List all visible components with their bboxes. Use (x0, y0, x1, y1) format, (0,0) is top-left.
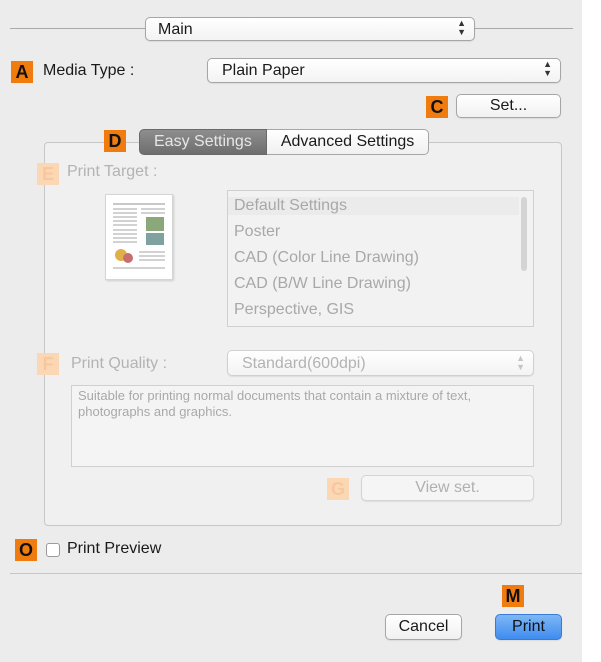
media-type-label: Media Type : (43, 62, 135, 79)
print-quality-label: Print Quality : (71, 355, 168, 372)
print-target-preview-thumbnail (105, 194, 173, 280)
footer-separator (10, 573, 582, 574)
cancel-button[interactable]: Cancel (385, 614, 462, 640)
panel-popup[interactable]: Main ▲ ▼ (145, 17, 475, 41)
media-type-select[interactable]: Plain Paper ▲ ▼ (207, 58, 561, 83)
badge-m: M (502, 585, 524, 607)
print-target-list[interactable]: Default Settings Poster CAD (Color Line … (227, 190, 534, 327)
set-button[interactable]: Set... (456, 94, 561, 118)
popup-arrows-icon: ▲ ▼ (543, 59, 552, 78)
print-preview-label: Print Preview (67, 540, 162, 557)
media-type-value: Plain Paper (222, 62, 305, 79)
list-item-perspective-gis[interactable]: Perspective, GIS (234, 301, 354, 319)
view-set-button[interactable]: View set. (361, 475, 534, 501)
list-item-default-settings[interactable]: Default Settings (228, 197, 519, 215)
print-quality-value: Standard(600dpi) (242, 355, 366, 372)
print-quality-select[interactable]: Standard(600dpi) ▲ ▼ (227, 350, 534, 376)
print-quality-description: Suitable for printing normal documents t… (71, 385, 534, 467)
list-scrollbar[interactable] (521, 197, 527, 271)
settings-tabs: Easy Settings Advanced Settings (139, 129, 430, 155)
list-item-poster[interactable]: Poster (234, 223, 280, 241)
document-preview-icon (113, 203, 165, 269)
badge-f: F (37, 353, 59, 375)
print-target-label: Print Target : (67, 163, 158, 180)
badge-d: D (104, 130, 126, 152)
tab-advanced-settings[interactable]: Advanced Settings (266, 129, 430, 155)
badge-g: G (327, 478, 349, 500)
popup-arrows-icon: ▲ ▼ (457, 18, 466, 37)
print-preview-checkbox[interactable] (46, 543, 60, 557)
badge-c: C (426, 96, 448, 118)
badge-o: O (15, 539, 37, 561)
header-separator-right (475, 28, 573, 29)
panel-popup-label: Main (158, 21, 193, 38)
list-item-cad-bw[interactable]: CAD (B/W Line Drawing) (234, 275, 411, 293)
header-separator-left (10, 28, 145, 29)
tab-easy-settings[interactable]: Easy Settings (139, 129, 267, 155)
badge-a: A (11, 61, 33, 83)
print-button[interactable]: Print (495, 614, 562, 640)
list-item-cad-color[interactable]: CAD (Color Line Drawing) (234, 249, 419, 267)
print-dialog-panel: Main ▲ ▼ A Media Type : Plain Paper ▲ ▼ C … (0, 0, 582, 662)
popup-arrows-icon: ▲ ▼ (516, 353, 525, 372)
badge-e: E (37, 163, 59, 185)
